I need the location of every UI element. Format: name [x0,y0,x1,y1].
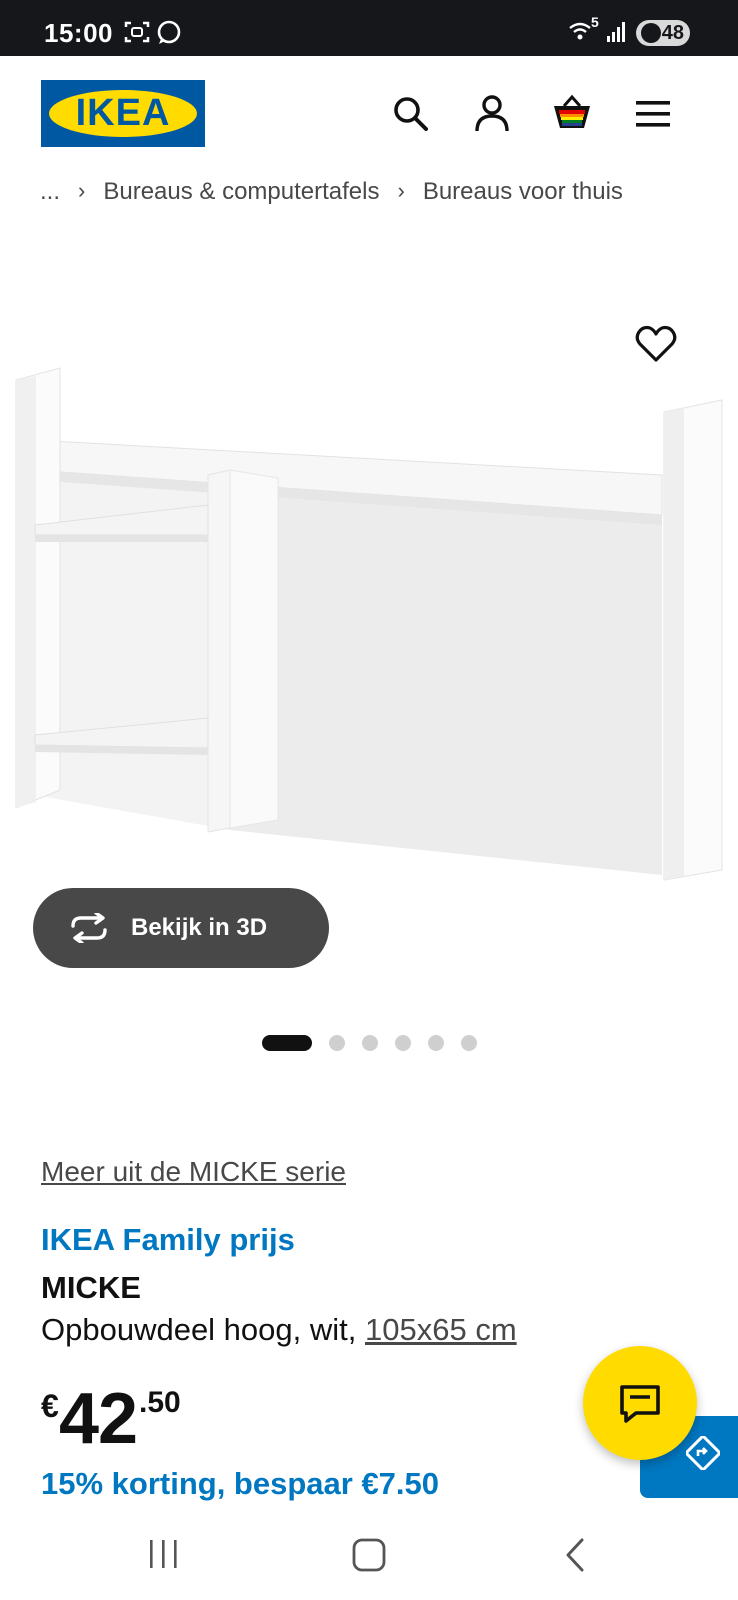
product-photo[interactable] [0,330,738,910]
price-currency: € [41,1388,59,1424]
directions-icon [686,1436,720,1470]
view-3d-label: Bekijk in 3D [131,914,268,941]
chat-button[interactable] [583,1346,697,1460]
home-icon[interactable] [350,1536,388,1574]
signal-icon [607,22,625,42]
carousel-dot[interactable] [395,1035,411,1051]
rotate-3d-icon [71,913,107,943]
status-bar: 15:00 5 48 [0,0,738,56]
battery-icon: 48 [636,20,690,46]
cart-icon[interactable] [550,92,594,136]
carousel-indicator [262,1034,494,1052]
carousel-dot[interactable] [461,1035,477,1051]
battery-saver-icon [641,23,661,43]
menu-icon[interactable] [632,92,676,136]
carousel-dot-active[interactable] [262,1035,312,1051]
discount-text: 15% korting, bespaar €7.50 [41,1466,440,1501]
network-label: 5 [591,14,599,30]
carousel-dot[interactable] [329,1035,345,1051]
product-description: Opbouwdeel hoog, wit, 105x65 cm [41,1312,517,1348]
battery-level: 48 [661,22,684,44]
site-header: IKEA [0,56,738,178]
account-icon[interactable] [470,92,514,136]
series-link[interactable]: Meer uit de MICKE serie [41,1156,346,1188]
breadcrumb-item[interactable]: Bureaus & computertafels [103,178,379,206]
chat-icon [620,1385,660,1423]
back-icon[interactable] [560,1536,590,1574]
system-navigation-bar [0,1510,738,1600]
view-3d-button[interactable]: Bekijk in 3D [33,888,329,968]
chevron-right-icon: › [78,178,86,203]
breadcrumb-item[interactable]: Bureaus voor thuis [423,178,623,206]
breadcrumb-ellipsis[interactable]: ... [40,178,60,206]
family-price-label: IKEA Family prijs [41,1222,295,1257]
price-integer: 42 [59,1379,138,1459]
logo-text: IKEA [75,92,171,134]
search-icon[interactable] [389,92,433,136]
heart-icon[interactable] [634,322,678,366]
chat-bubble-icon [157,20,181,44]
product-description-text: Opbouwdeel hoog, wit, [41,1312,357,1347]
carousel-dot[interactable] [428,1035,444,1051]
chevron-right-icon: › [397,178,405,203]
status-time: 15:00 [44,18,113,48]
screenshot-icon [124,21,150,43]
product-dimensions-link[interactable]: 105x65 cm [365,1312,517,1347]
price-decimal: .50 [139,1386,181,1419]
ikea-logo[interactable]: IKEA [41,80,205,147]
carousel-dot[interactable] [362,1035,378,1051]
breadcrumb: ... › Bureaus & computertafels › Bureaus… [40,178,623,214]
recent-apps-icon[interactable] [144,1536,184,1572]
product-name: MICKE [41,1270,141,1305]
